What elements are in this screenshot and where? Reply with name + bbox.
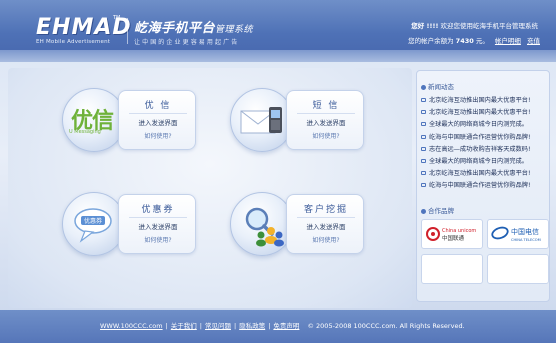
- balance-prefix: 您的帐户余额为: [408, 37, 454, 45]
- unicom-cn-label: 中国联通: [442, 234, 465, 242]
- news-list: 北京屹海互动推出国内最大优惠平台! 北京屹海互动推出国内最大优惠平台! 全球最大…: [421, 95, 549, 193]
- sidebar: 新闻动态 北京屹海互动推出国内最大优惠平台! 北京屹海互动推出国内最大优惠平台!…: [416, 70, 550, 302]
- recharge-link[interactable]: 充值: [527, 37, 540, 45]
- footer-about-link[interactable]: 关于我们: [171, 322, 197, 330]
- news-item[interactable]: 屹海与中国联通合作运营优你购品牌!: [421, 132, 549, 144]
- coupon-enter-link[interactable]: 进入发送界面: [125, 221, 191, 231]
- footer-separator: |: [165, 322, 168, 330]
- news-item-text: 北京屹海互动推出国内最大优惠平台!: [429, 170, 531, 178]
- system-title: 屹海手机平台管理系统: [134, 17, 253, 36]
- partner-china-unicom[interactable]: China unicom 中国联通: [421, 219, 483, 249]
- message-icon: [421, 110, 426, 115]
- youxin-icon[interactable]: 优信 U Messaging: [62, 88, 126, 152]
- main-panel: 优信 U Messaging 优 信 进入发送界面 如何使用? 短 信 进入发送…: [8, 68, 412, 308]
- footer: WWW.100CCC.com | 关于我们 | 常见问题 | 隐私政策 | 免责声明 © 200…: [0, 310, 556, 343]
- news-item[interactable]: 全球最大的网络商城今日内测完成。: [421, 156, 549, 168]
- coupon-separator: [129, 217, 187, 218]
- user-greeting: 您好 !!!! 欢迎您使用屹海手机平台管理系统: [411, 20, 538, 30]
- footer-separator: |: [268, 322, 271, 330]
- news-item[interactable]: 志在高远—成功收购吉祥客天成数码!: [421, 144, 549, 156]
- account-details-link[interactable]: 帐户明细: [495, 37, 521, 45]
- message-icon: [421, 98, 426, 102]
- unicom-en-label: China unicom: [442, 228, 476, 234]
- footer-privacy-link[interactable]: 隐私政策: [239, 322, 265, 330]
- news-item[interactable]: 屹海与中国联通合作运营优你购品牌!: [421, 180, 549, 192]
- message-icon: [421, 158, 426, 163]
- news-item[interactable]: 北京屹海互动推出国内最大优惠平台!: [421, 95, 549, 107]
- brand-subtitle: EH Mobile Advertisement: [36, 39, 111, 45]
- customer-title: 客户挖掘: [303, 205, 348, 215]
- telecom-en-label: CHINA TELECOM: [511, 238, 541, 242]
- telecom-cn-label: 中国电信: [511, 227, 539, 236]
- system-title-main: 屹海手机平台: [134, 21, 216, 36]
- news-bullet-icon: [421, 84, 426, 90]
- customer-card: 客户挖掘 进入发送界面 如何使用?: [286, 194, 364, 254]
- footer-separator: |: [199, 322, 202, 330]
- sms-title: 短 信: [312, 101, 340, 111]
- customer-howto-link[interactable]: 如何使用?: [293, 235, 359, 244]
- system-slogan: 让中国的企业更容易用起广告: [134, 39, 240, 46]
- envelope-phone-icon[interactable]: [230, 88, 294, 152]
- partner-slot-empty-2: [487, 254, 549, 284]
- partners-title: 合作品牌: [428, 207, 454, 215]
- coupon-howto-link[interactable]: 如何使用?: [125, 235, 191, 244]
- news-title: 新闻动态: [428, 83, 454, 91]
- news-heading: 新闻动态: [421, 81, 454, 91]
- customer-enter-link[interactable]: 进入发送界面: [293, 221, 359, 231]
- user-name: 您好 !!!!: [411, 22, 439, 30]
- header-divider: [127, 18, 128, 44]
- account-balance: 您的帐户余额为 7430 元。 帐户明细 充值: [408, 35, 540, 45]
- welcome-text: 欢迎您使用屹海手机平台管理系统: [440, 22, 539, 30]
- header: EHMAD TM EH Mobile Advertisement 屹海手机平台管…: [0, 0, 556, 62]
- youxin-separator: [129, 113, 187, 114]
- message-icon: [421, 171, 426, 176]
- news-item-text: 屹海与中国联通合作运营优你购品牌!: [429, 133, 531, 141]
- coupon-title: 优惠券: [141, 205, 175, 215]
- partner-china-telecom[interactable]: 中国电信 CHINA TELECOM: [487, 219, 549, 249]
- footer-site-link[interactable]: WWW.100CCC.com: [100, 322, 163, 330]
- message-icon: [421, 122, 426, 127]
- partners-heading: 合作品牌: [421, 205, 454, 215]
- partner-slot-empty-1: [421, 254, 483, 284]
- footer-faq-link[interactable]: 常见问题: [205, 322, 231, 330]
- magnifier-people-icon[interactable]: [230, 192, 294, 256]
- customer-separator: [297, 217, 355, 218]
- coupon-bubble-icon[interactable]: 优惠券: [62, 192, 126, 256]
- news-item[interactable]: 北京屹海互动推出国内最大优惠平台!: [421, 168, 549, 180]
- youxin-title: 优 信: [144, 101, 172, 111]
- news-item-text: 全球最大的网络商城今日内测完成。: [429, 121, 528, 129]
- youxin-enter-link[interactable]: 进入发送界面: [125, 117, 191, 127]
- news-item-text: 志在高远—成功收购吉祥客天成数码!: [429, 145, 531, 153]
- balance-value: 7430: [455, 37, 474, 45]
- youxin-icon-subtext: U Messaging: [69, 129, 101, 135]
- news-item-text: 全球最大的网络商城今日内测完成。: [429, 157, 528, 165]
- sms-enter-link[interactable]: 进入发送界面: [293, 117, 359, 127]
- news-item-text: 屹海与中国联通合作运营优你购品牌!: [429, 182, 531, 190]
- coupon-card: 优惠券 进入发送界面 如何使用?: [118, 194, 196, 254]
- sms-card: 短 信 进入发送界面 如何使用?: [286, 90, 364, 150]
- trademark-mark: TM: [113, 15, 121, 21]
- news-item[interactable]: 全球最大的网络商城今日内测完成。: [421, 119, 549, 131]
- sms-separator: [297, 113, 355, 114]
- message-icon: [421, 146, 426, 151]
- sms-howto-link[interactable]: 如何使用?: [293, 131, 359, 140]
- news-item[interactable]: 北京屹海互动推出国内最大优惠平台!: [421, 107, 549, 119]
- china-unicom-logo-icon: [426, 227, 440, 241]
- footer-copyright: © 2005-2008 100CCC.com. All Rights Reser…: [307, 322, 465, 330]
- message-icon: [421, 134, 426, 139]
- news-item-text: 北京屹海互动推出国内最大优惠平台!: [429, 97, 531, 104]
- news-item-text: 北京屹海互动推出国内最大优惠平台!: [429, 109, 531, 117]
- system-title-suffix: 管理系统: [215, 25, 254, 35]
- balance-unit: 元。: [475, 37, 489, 45]
- youxin-howto-link[interactable]: 如何使用?: [125, 131, 191, 140]
- message-icon: [421, 183, 426, 188]
- youxin-card: 优 信 进入发送界面 如何使用?: [118, 90, 196, 150]
- china-telecom-logo-icon: [491, 226, 509, 240]
- footer-separator: |: [233, 322, 237, 330]
- coupon-icon-text: 优惠券: [84, 217, 102, 225]
- footer-disclaimer-link[interactable]: 免责声明: [273, 322, 299, 330]
- footer-links: WWW.100CCC.com | 关于我们 | 常见问题 | 隐私政策 | 免责声明 © 200…: [100, 320, 465, 330]
- partners-bullet-icon: [421, 208, 426, 214]
